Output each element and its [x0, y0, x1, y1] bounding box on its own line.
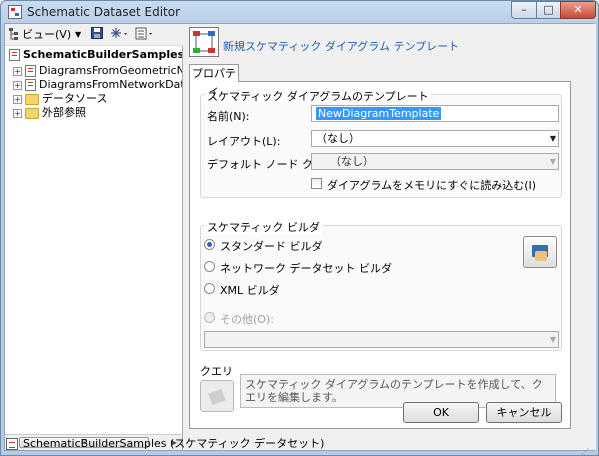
diagram-template-icon: [189, 27, 219, 57]
tree-item-label: 外部参照: [42, 106, 86, 119]
properties-panel: スケマティック ダイアグラムのテンプレート 名前(N): NewDiagramT…: [189, 81, 571, 429]
load-in-memory-label: ダイアグラムをメモリにすぐに読み込む(I): [327, 179, 537, 192]
window-title: Schematic Dataset Editor: [27, 5, 181, 19]
template-group: スケマティック ダイアグラムのテンプレート 名前(N): NewDiagramT…: [200, 88, 562, 198]
view-icon[interactable]: [8, 27, 20, 43]
title-bar[interactable]: Schematic Dataset Editor – □ ✕: [1, 1, 598, 23]
chevron-down-icon[interactable]: ▼: [550, 154, 556, 169]
schematic-dataset-icon: [6, 438, 18, 450]
name-field[interactable]: NewDiagramTemplate: [311, 105, 559, 122]
folder-icon: [25, 93, 39, 105]
close-button[interactable]: ✕: [560, 1, 596, 19]
other-label: その他(O):: [220, 313, 274, 326]
minimize-button[interactable]: –: [511, 1, 537, 19]
dataset-tree[interactable]: SchematicBuilderSamples + DiagramsFromGeo…: [5, 46, 183, 434]
node-class-select[interactable]: （なし） ▼: [311, 153, 559, 170]
network-dataset-builder-label: ネットワーク データセット ビルダ: [220, 262, 392, 275]
resize-grip-icon[interactable]: ⋰: [581, 442, 591, 455]
client-area: ビュー(V) ▼ SchematicBuilderSamples + Diagra…: [4, 23, 596, 451]
status-text: SchematicBuilderSamples (スケマティック データセット): [23, 437, 325, 450]
edit-query-button[interactable]: [200, 380, 234, 412]
other-builder-select[interactable]: ▼: [204, 331, 559, 348]
layout-select[interactable]: （なし） ▼: [311, 130, 559, 147]
app-icon: [8, 5, 22, 19]
tree-item-data-sources[interactable]: + データソース: [13, 92, 107, 106]
node-class-select-value: （なし）: [330, 155, 374, 168]
standard-builder-label: スタンダード ビルダ: [220, 240, 323, 253]
tree-item-diagrams-network[interactable]: + DiagramsFromNetworkDataset: [13, 78, 183, 92]
view-menu[interactable]: ビュー(V): [22, 27, 71, 43]
tree-item-diagrams-geometric[interactable]: + DiagramsFromGeometricNetwor: [13, 64, 182, 78]
query-group-title: クエリ: [200, 365, 233, 378]
tree-toolbar: ビュー(V) ▼: [5, 24, 183, 46]
diagram-template-icon: [25, 65, 36, 77]
diagram-template-icon: [25, 79, 36, 91]
save-icon[interactable]: [91, 27, 103, 43]
folder-icon: [25, 107, 39, 119]
radio-xml-builder[interactable]: [204, 283, 215, 294]
properties-pane: 新規スケマティック ダイアグラム テンプレート プロパティ スケマティック ダイ…: [185, 24, 596, 450]
expand-icon[interactable]: +: [13, 66, 22, 76]
tree-item-label: DiagramsFromGeometricNetwor: [39, 64, 182, 77]
chevron-down-icon[interactable]: ▼: [550, 131, 556, 146]
app-window: Schematic Dataset Editor – □ ✕ ビュー(V) ▼: [0, 0, 599, 456]
list-options-icon[interactable]: [135, 27, 155, 43]
settings-sparkle-icon[interactable]: [110, 27, 130, 43]
cancel-button[interactable]: キャンセル: [486, 402, 562, 423]
xml-builder-label: XML ビルダ: [220, 284, 280, 297]
tab-properties[interactable]: プロパティ: [189, 64, 239, 97]
tree-root-label: SchematicBuilderSamples: [23, 48, 183, 61]
expand-icon[interactable]: +: [13, 94, 22, 104]
template-group-title: スケマティック ダイアグラムのテンプレート: [205, 88, 431, 104]
tree-root[interactable]: SchematicBuilderSamples: [9, 48, 183, 62]
chevron-down-icon[interactable]: ▼: [550, 332, 556, 347]
tree-item-label: データソース: [42, 92, 108, 105]
view-menu-arrow[interactable]: ▼: [75, 27, 81, 43]
maximize-button[interactable]: □: [536, 1, 561, 19]
layout-label: レイアウト(L):: [207, 135, 281, 148]
layout-select-value: （なし）: [316, 132, 360, 145]
name-label: 名前(N):: [207, 110, 250, 123]
tree-item-external-references[interactable]: + 外部参照: [13, 106, 86, 120]
name-field-value: NewDiagramTemplate: [316, 107, 442, 120]
radio-network-dataset-builder[interactable]: [204, 261, 215, 272]
template-header-title: 新規スケマティック ダイアグラム テンプレート: [223, 40, 460, 53]
tree-item-label: DiagramsFromNetworkDataset: [39, 78, 183, 91]
builder-group: スケマティック ビルダ スタンダード ビルダ ネットワーク データセット ビルダ…: [200, 219, 562, 351]
expand-icon[interactable]: +: [13, 80, 22, 90]
ok-button[interactable]: OK: [403, 402, 479, 423]
schematic-dataset-icon: [9, 49, 20, 61]
builder-properties-button[interactable]: [523, 236, 557, 268]
radio-standard-builder[interactable]: [204, 239, 215, 250]
status-bar: SchematicBuilderSamples (スケマティック データセット)…: [3, 434, 595, 455]
builder-group-title: スケマティック ビルダ: [205, 219, 322, 235]
load-in-memory-checkbox[interactable]: [311, 178, 322, 189]
expand-icon[interactable]: +: [13, 108, 22, 118]
radio-other[interactable]: [204, 312, 215, 323]
